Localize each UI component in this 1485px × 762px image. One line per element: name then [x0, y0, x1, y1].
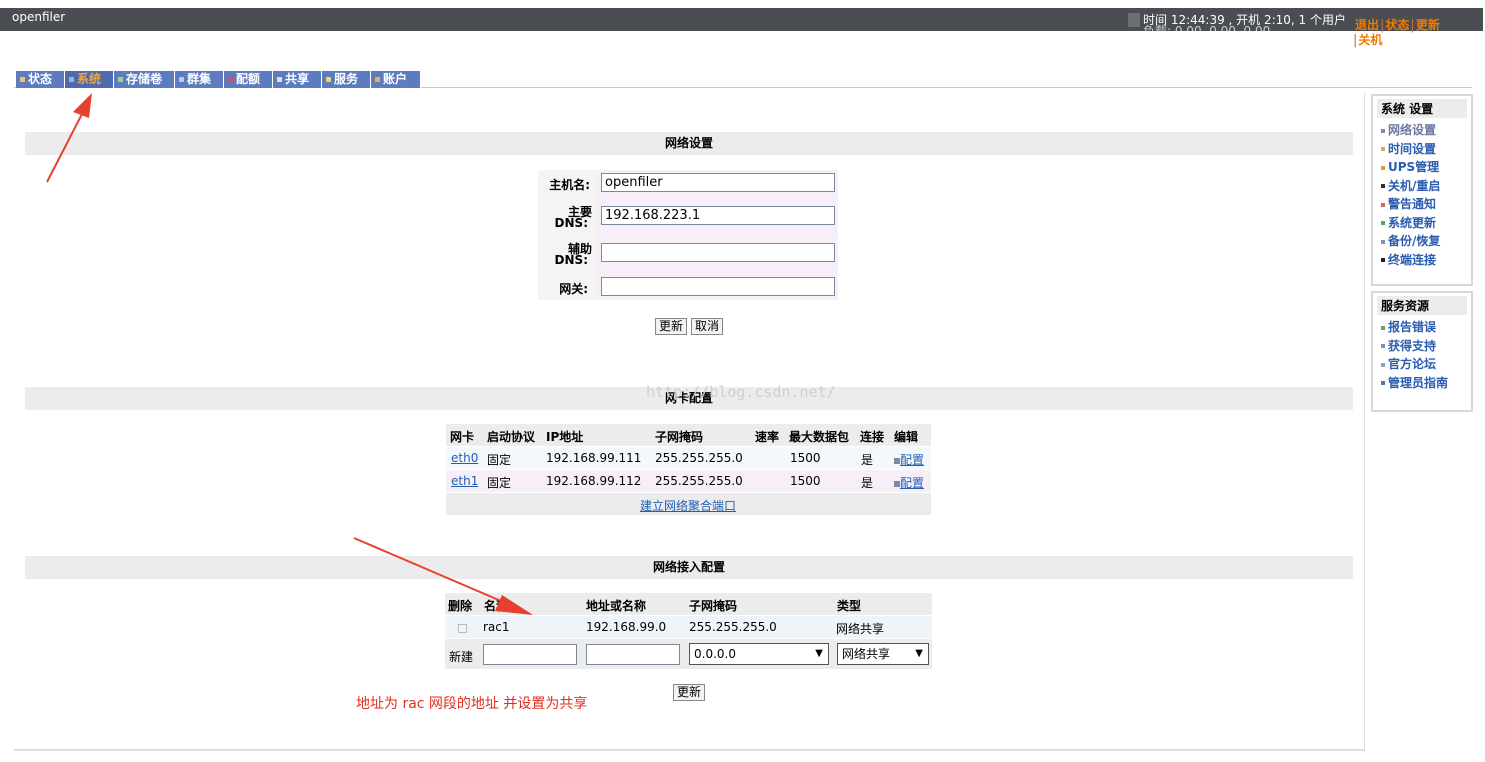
sidebar-item-time[interactable]: 时间设置	[1381, 140, 1471, 159]
service-resources-title: 服务资源	[1377, 296, 1467, 315]
sidebar-item-shutdown[interactable]: 关机/重启	[1381, 177, 1471, 196]
sidebar-item-alerts[interactable]: 警告通知	[1381, 195, 1471, 214]
sidebar-item-support[interactable]: 获得支持	[1381, 337, 1471, 356]
guide-icon	[1381, 381, 1385, 385]
annotation-arrows	[46, 93, 533, 615]
ups-icon	[1381, 165, 1385, 170]
sidebar-item-terminal[interactable]: 终端连接	[1381, 251, 1471, 270]
update-icon	[1381, 221, 1385, 225]
sidebar-item-report-bug[interactable]: 报告错误	[1381, 318, 1471, 337]
backup-icon	[1381, 239, 1385, 244]
power-icon	[1381, 184, 1385, 188]
service-resources-panel: 服务资源 报告错误 获得支持 官方论坛 管理员指南	[1371, 291, 1473, 412]
arrow-to-system-tab	[46, 93, 92, 183]
sidebar-item-ups[interactable]: UPS管理	[1381, 158, 1471, 177]
terminal-icon	[1381, 258, 1385, 262]
bug-icon	[1381, 325, 1385, 330]
sidebar-item-admin-guide[interactable]: 管理员指南	[1381, 374, 1471, 393]
sidebar-item-update[interactable]: 系统更新	[1381, 214, 1471, 233]
alert-icon	[1381, 202, 1385, 207]
sidebar-item-backup[interactable]: 备份/恢复	[1381, 232, 1471, 251]
system-settings-title: 系统 设置	[1377, 99, 1467, 118]
network-icon	[1381, 128, 1385, 133]
sidebar-item-forum[interactable]: 官方论坛	[1381, 355, 1471, 374]
arrow-to-access-row	[353, 537, 533, 615]
forum-icon	[1381, 362, 1385, 367]
support-icon	[1381, 344, 1385, 348]
system-settings-panel: 系统 设置 网络设置 时间设置 UPS管理 关机/重启 警告通知 系统更新 备份…	[1371, 94, 1473, 286]
clock-icon	[1381, 147, 1385, 151]
sidebar-item-network[interactable]: 网络设置	[1381, 121, 1471, 140]
